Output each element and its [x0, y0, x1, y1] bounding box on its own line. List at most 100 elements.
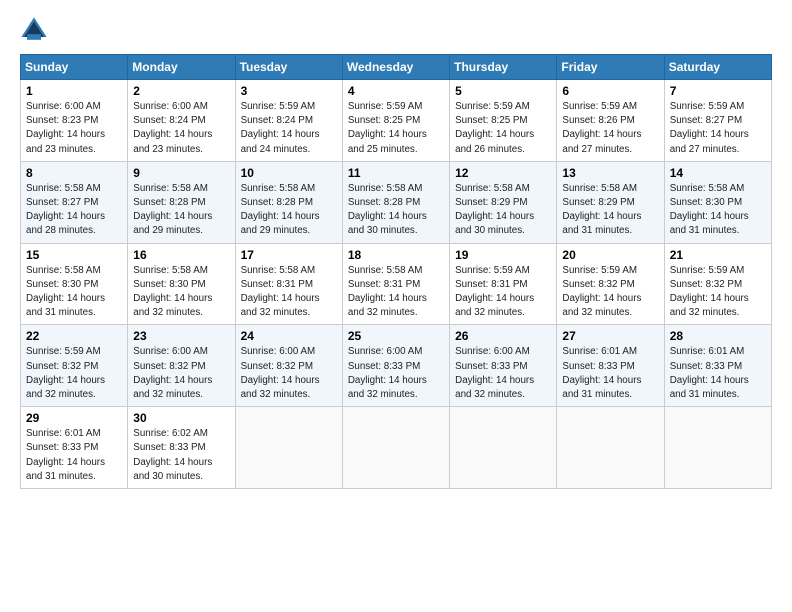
- day-number: 20: [562, 248, 658, 262]
- day-number: 3: [241, 84, 337, 98]
- day-number: 30: [133, 411, 229, 425]
- day-info: Sunrise: 6:00 AM Sunset: 8:32 PM Dayligh…: [241, 345, 337, 402]
- week-row-3: 15 Sunrise: 5:58 AM Sunset: 8:30 PM Dayli…: [21, 243, 772, 325]
- calendar-cell: 25 Sunrise: 6:00 AM Sunset: 8:33 PM Dayli…: [342, 325, 449, 407]
- calendar-cell: 18 Sunrise: 5:58 AM Sunset: 8:31 PM Dayli…: [342, 243, 449, 325]
- day-info: Sunrise: 5:59 AM Sunset: 8:31 PM Dayligh…: [455, 264, 551, 321]
- day-number: 28: [670, 329, 766, 343]
- calendar-cell: 10 Sunrise: 5:58 AM Sunset: 8:28 PM Dayli…: [235, 161, 342, 243]
- day-number: 12: [455, 166, 551, 180]
- calendar-cell: [557, 407, 664, 489]
- weekday-header-monday: Monday: [128, 55, 235, 80]
- day-number: 23: [133, 329, 229, 343]
- calendar-cell: 3 Sunrise: 5:59 AM Sunset: 8:24 PM Daylig…: [235, 80, 342, 162]
- day-info: Sunrise: 5:58 AM Sunset: 8:31 PM Dayligh…: [241, 264, 337, 321]
- day-info: Sunrise: 5:58 AM Sunset: 8:31 PM Dayligh…: [348, 264, 444, 321]
- day-info: Sunrise: 5:58 AM Sunset: 8:28 PM Dayligh…: [241, 182, 337, 239]
- calendar-cell: 12 Sunrise: 5:58 AM Sunset: 8:29 PM Dayli…: [450, 161, 557, 243]
- day-info: Sunrise: 5:58 AM Sunset: 8:30 PM Dayligh…: [670, 182, 766, 239]
- logo-icon: [20, 16, 48, 44]
- week-row-2: 8Sunrise: 5:58 AM Sunset: 8:27 PM Daylig…: [21, 161, 772, 243]
- day-info: Sunrise: 5:58 AM Sunset: 8:29 PM Dayligh…: [562, 182, 658, 239]
- day-info: Sunrise: 5:59 AM Sunset: 8:26 PM Dayligh…: [562, 100, 658, 157]
- calendar-cell: 24 Sunrise: 6:00 AM Sunset: 8:32 PM Dayli…: [235, 325, 342, 407]
- calendar-cell: 23 Sunrise: 6:00 AM Sunset: 8:32 PM Dayli…: [128, 325, 235, 407]
- calendar-cell: [664, 407, 771, 489]
- day-info: Sunrise: 6:01 AM Sunset: 8:33 PM Dayligh…: [670, 345, 766, 402]
- day-info: Sunrise: 5:58 AM Sunset: 8:30 PM Dayligh…: [26, 264, 122, 321]
- calendar-cell: 1 Sunrise: 6:00 AM Sunset: 8:23 PM Daylig…: [21, 80, 128, 162]
- day-info: Sunrise: 6:02 AM Sunset: 8:33 PM Dayligh…: [133, 427, 229, 484]
- weekday-row: SundayMondayTuesdayWednesdayThursdayFrid…: [21, 55, 772, 80]
- weekday-header-friday: Friday: [557, 55, 664, 80]
- day-number: 18: [348, 248, 444, 262]
- day-number: 15: [26, 248, 122, 262]
- day-info: Sunrise: 5:58 AM Sunset: 8:29 PM Dayligh…: [455, 182, 551, 239]
- day-info: Sunrise: 6:00 AM Sunset: 8:33 PM Dayligh…: [348, 345, 444, 402]
- calendar-cell: 13 Sunrise: 5:58 AM Sunset: 8:29 PM Dayli…: [557, 161, 664, 243]
- day-number: 13: [562, 166, 658, 180]
- week-row-1: 1 Sunrise: 6:00 AM Sunset: 8:23 PM Daylig…: [21, 80, 772, 162]
- weekday-header-wednesday: Wednesday: [342, 55, 449, 80]
- calendar: SundayMondayTuesdayWednesdayThursdayFrid…: [20, 54, 772, 489]
- calendar-cell: 5 Sunrise: 5:59 AM Sunset: 8:25 PM Daylig…: [450, 80, 557, 162]
- day-info: Sunrise: 6:00 AM Sunset: 8:33 PM Dayligh…: [455, 345, 551, 402]
- calendar-header: SundayMondayTuesdayWednesdayThursdayFrid…: [21, 55, 772, 80]
- calendar-body: 1 Sunrise: 6:00 AM Sunset: 8:23 PM Daylig…: [21, 80, 772, 489]
- day-number: 4: [348, 84, 444, 98]
- day-info: Sunrise: 6:01 AM Sunset: 8:33 PM Dayligh…: [562, 345, 658, 402]
- day-number: 21: [670, 248, 766, 262]
- day-info: Sunrise: 6:00 AM Sunset: 8:32 PM Dayligh…: [133, 345, 229, 402]
- calendar-cell: 27Sunrise: 6:01 AM Sunset: 8:33 PM Dayli…: [557, 325, 664, 407]
- calendar-cell: 16 Sunrise: 5:58 AM Sunset: 8:30 PM Dayli…: [128, 243, 235, 325]
- day-number: 25: [348, 329, 444, 343]
- day-number: 17: [241, 248, 337, 262]
- calendar-cell: 19 Sunrise: 5:59 AM Sunset: 8:31 PM Dayli…: [450, 243, 557, 325]
- calendar-cell: 11Sunrise: 5:58 AM Sunset: 8:28 PM Dayli…: [342, 161, 449, 243]
- day-number: 26: [455, 329, 551, 343]
- week-row-4: 22 Sunrise: 5:59 AM Sunset: 8:32 PM Dayli…: [21, 325, 772, 407]
- header: [20, 16, 772, 44]
- calendar-cell: 29Sunrise: 6:01 AM Sunset: 8:33 PM Dayli…: [21, 407, 128, 489]
- calendar-cell: 21 Sunrise: 5:59 AM Sunset: 8:32 PM Dayli…: [664, 243, 771, 325]
- day-info: Sunrise: 5:59 AM Sunset: 8:27 PM Dayligh…: [670, 100, 766, 157]
- calendar-cell: 9 Sunrise: 5:58 AM Sunset: 8:28 PM Daylig…: [128, 161, 235, 243]
- day-info: Sunrise: 5:59 AM Sunset: 8:32 PM Dayligh…: [26, 345, 122, 402]
- weekday-header-sunday: Sunday: [21, 55, 128, 80]
- day-info: Sunrise: 6:00 AM Sunset: 8:23 PM Dayligh…: [26, 100, 122, 157]
- day-info: Sunrise: 5:59 AM Sunset: 8:32 PM Dayligh…: [562, 264, 658, 321]
- day-info: Sunrise: 5:59 AM Sunset: 8:25 PM Dayligh…: [455, 100, 551, 157]
- calendar-cell: 30 Sunrise: 6:02 AM Sunset: 8:33 PM Dayli…: [128, 407, 235, 489]
- day-number: 22: [26, 329, 122, 343]
- day-number: 1: [26, 84, 122, 98]
- calendar-cell: 6Sunrise: 5:59 AM Sunset: 8:26 PM Daylig…: [557, 80, 664, 162]
- day-info: Sunrise: 5:58 AM Sunset: 8:28 PM Dayligh…: [348, 182, 444, 239]
- weekday-header-saturday: Saturday: [664, 55, 771, 80]
- day-info: Sunrise: 5:59 AM Sunset: 8:24 PM Dayligh…: [241, 100, 337, 157]
- calendar-cell: 15 Sunrise: 5:58 AM Sunset: 8:30 PM Dayli…: [21, 243, 128, 325]
- day-info: Sunrise: 5:58 AM Sunset: 8:28 PM Dayligh…: [133, 182, 229, 239]
- day-number: 2: [133, 84, 229, 98]
- calendar-cell: 26 Sunrise: 6:00 AM Sunset: 8:33 PM Dayli…: [450, 325, 557, 407]
- day-number: 19: [455, 248, 551, 262]
- day-number: 7: [670, 84, 766, 98]
- day-number: 14: [670, 166, 766, 180]
- day-number: 5: [455, 84, 551, 98]
- calendar-cell: 22 Sunrise: 5:59 AM Sunset: 8:32 PM Dayli…: [21, 325, 128, 407]
- day-number: 10: [241, 166, 337, 180]
- day-number: 9: [133, 166, 229, 180]
- calendar-cell: 17 Sunrise: 5:58 AM Sunset: 8:31 PM Dayli…: [235, 243, 342, 325]
- day-info: Sunrise: 6:00 AM Sunset: 8:24 PM Dayligh…: [133, 100, 229, 157]
- calendar-cell: 7 Sunrise: 5:59 AM Sunset: 8:27 PM Daylig…: [664, 80, 771, 162]
- weekday-header-tuesday: Tuesday: [235, 55, 342, 80]
- calendar-cell: 28 Sunrise: 6:01 AM Sunset: 8:33 PM Dayli…: [664, 325, 771, 407]
- calendar-cell: 20 Sunrise: 5:59 AM Sunset: 8:32 PM Dayli…: [557, 243, 664, 325]
- day-number: 24: [241, 329, 337, 343]
- weekday-header-thursday: Thursday: [450, 55, 557, 80]
- calendar-cell: 2 Sunrise: 6:00 AM Sunset: 8:24 PM Daylig…: [128, 80, 235, 162]
- week-row-5: 29Sunrise: 6:01 AM Sunset: 8:33 PM Dayli…: [21, 407, 772, 489]
- day-number: 16: [133, 248, 229, 262]
- day-info: Sunrise: 5:58 AM Sunset: 8:30 PM Dayligh…: [133, 264, 229, 321]
- logo: [20, 16, 50, 44]
- day-info: Sunrise: 5:59 AM Sunset: 8:32 PM Dayligh…: [670, 264, 766, 321]
